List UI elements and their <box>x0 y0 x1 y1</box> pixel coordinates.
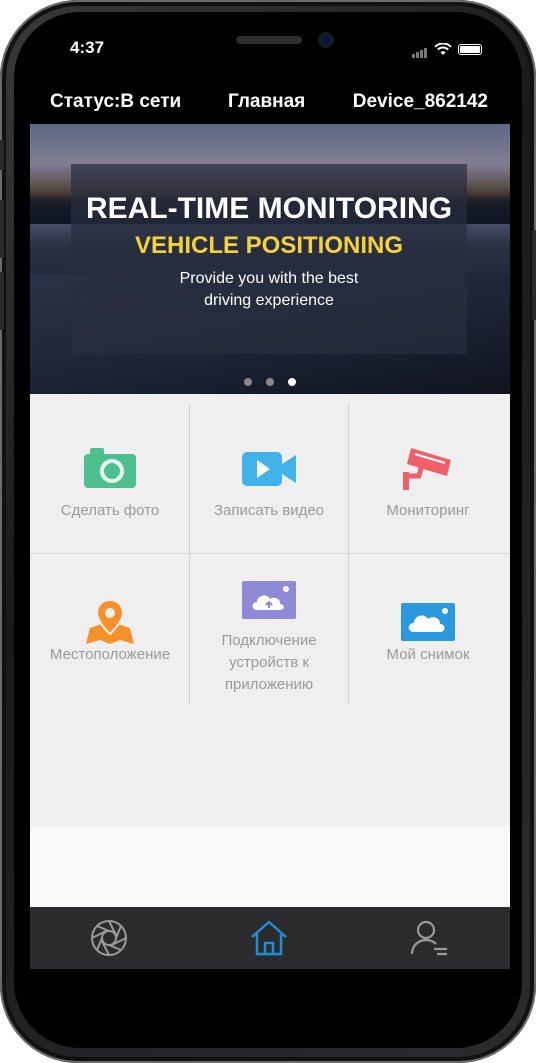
carousel-dots <box>244 378 296 386</box>
earpiece-speaker <box>236 36 302 44</box>
my-snapshot-button[interactable]: Мой снимок <box>348 564 508 714</box>
carousel-dot-active[interactable] <box>288 378 296 386</box>
camera-icon <box>84 448 136 488</box>
take-photo-button[interactable]: Сделать фото <box>30 404 190 554</box>
aperture-icon <box>91 920 127 956</box>
connect-devices-label-line: Подключение <box>221 632 317 649</box>
my-snapshot-label: Мой снимок <box>386 646 470 663</box>
status-time: 4:37 <box>70 38 105 57</box>
banner-subheadline: VEHICLE POSITIONING <box>134 232 404 259</box>
map-location-icon <box>86 598 134 644</box>
home-indicator-area <box>30 969 510 1028</box>
cloud-photo-icon <box>401 603 455 641</box>
function-grid: Сделать фото Записать видео Мониторинг М… <box>30 394 510 907</box>
phone-frame: 4:37 Статус:В сети Главная Device_862142… <box>0 0 536 1063</box>
home-icon <box>251 920 287 956</box>
front-camera <box>320 34 332 46</box>
app-header: Статус:В сети Главная Device_862142 <box>30 80 510 124</box>
wifi-icon <box>434 42 452 55</box>
volume-up-button <box>0 200 4 258</box>
volume-down-button <box>0 272 4 330</box>
carousel-dot[interactable] <box>244 378 252 386</box>
banner-headline: REAL-TIME MONITORING <box>85 192 453 225</box>
cellular-signal-icon <box>412 40 428 58</box>
location-label: Местоположение <box>49 646 171 663</box>
mute-switch <box>0 140 4 170</box>
connection-status: Статус:В сети <box>50 91 182 112</box>
bezel: 4:37 Статус:В сети Главная Device_862142… <box>14 12 522 1048</box>
screen: 4:37 Статус:В сети Главная Device_862142… <box>30 24 510 1028</box>
cloud-upload-icon <box>242 581 296 619</box>
video-camera-icon <box>242 452 296 486</box>
record-video-label: Записать видео <box>213 502 325 519</box>
tab-home[interactable] <box>248 917 290 959</box>
location-button[interactable]: Местоположение <box>30 564 190 714</box>
tab-gallery[interactable] <box>88 917 130 959</box>
user-icon <box>410 920 447 956</box>
device-name[interactable]: Device_862142 <box>353 91 488 113</box>
grid-bottom-band <box>30 826 510 907</box>
battery-icon <box>458 43 482 55</box>
connect-devices-label-line: устройств к <box>229 654 309 671</box>
status-icons <box>412 40 482 58</box>
power-button <box>532 230 536 320</box>
cctv-icon <box>403 448 451 490</box>
banner-text-box: REAL-TIME MONITORING VEHICLE POSITIONING… <box>71 164 467 354</box>
carousel-dot[interactable] <box>266 378 274 386</box>
page-title: Главная <box>228 91 306 112</box>
bottom-tab-bar <box>30 907 510 969</box>
connect-devices-button[interactable]: Подключение устройств к приложению <box>189 564 349 714</box>
connect-devices-label-line: приложению <box>224 676 314 693</box>
take-photo-label: Сделать фото <box>60 502 160 519</box>
monitoring-button[interactable]: Мониторинг <box>348 404 508 554</box>
banner-tagline-2: driving experience <box>204 292 334 309</box>
connect-devices-label: Подключение устройств к приложению <box>195 630 343 696</box>
promo-banner[interactable]: REAL-TIME MONITORING VEHICLE POSITIONING… <box>30 124 510 394</box>
tab-profile[interactable] <box>408 917 450 959</box>
record-video-button[interactable]: Записать видео <box>189 404 349 554</box>
monitoring-label: Мониторинг <box>386 502 470 519</box>
banner-tagline: Provide you with the best driving experi… <box>71 268 467 312</box>
banner-tagline-1: Provide you with the best <box>179 270 359 287</box>
